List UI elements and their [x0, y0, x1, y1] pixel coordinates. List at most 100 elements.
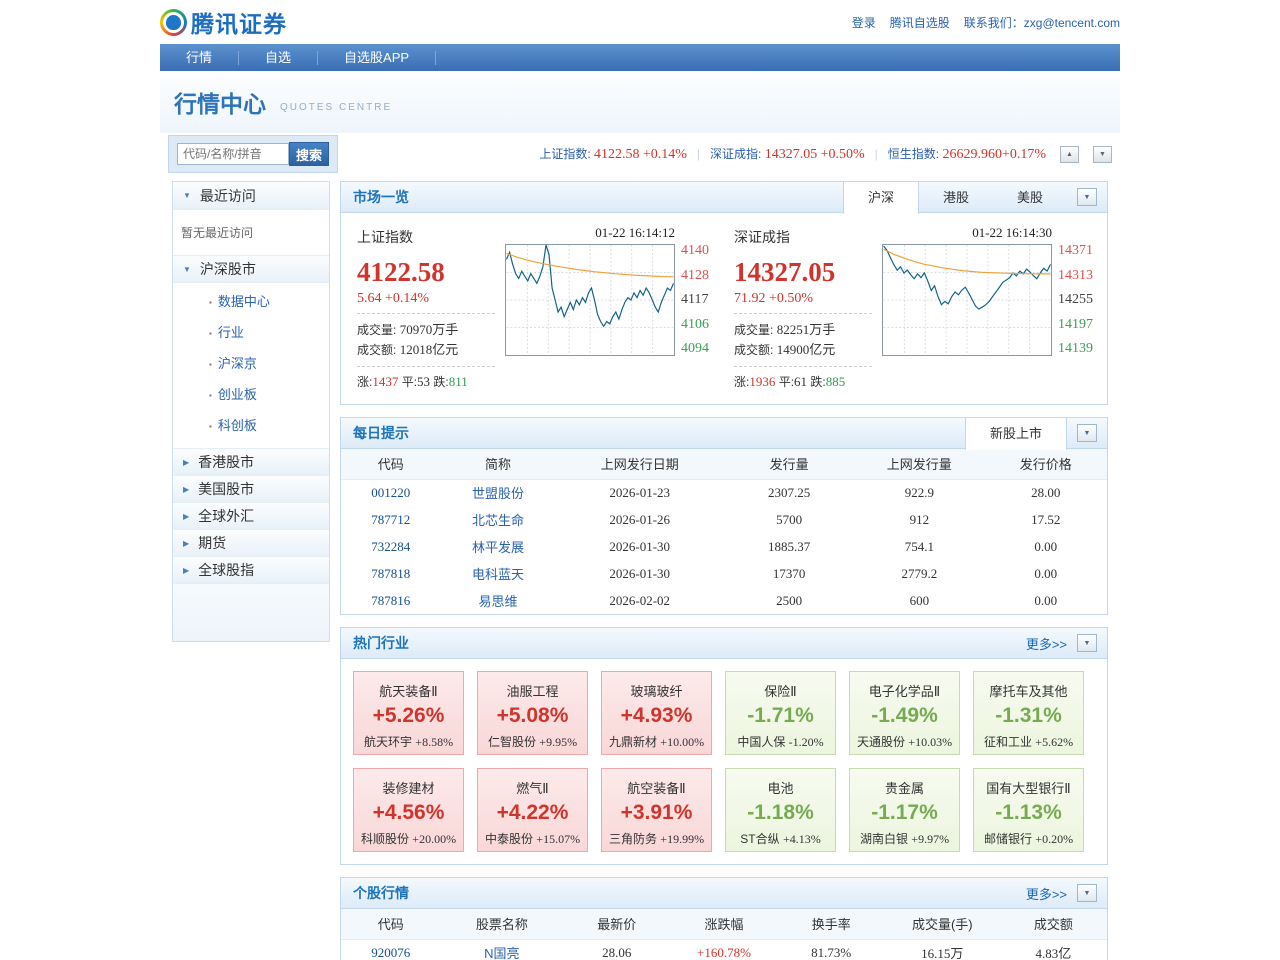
- sidebar-item-global-indices[interactable]: ▶ 全球股指: [173, 556, 329, 583]
- index-ticker: 上证指数: 4122.58 +0.14% | 深证成指: 14327.05 +0…: [539, 145, 1112, 163]
- zixuangu-link[interactable]: 腾讯自选股: [890, 14, 950, 31]
- more-link[interactable]: 更多>>: [1026, 634, 1067, 653]
- search-button[interactable]: 搜索: [289, 142, 329, 166]
- ticker-szse[interactable]: 深证成指: 14327.05 +0.50%: [710, 145, 865, 163]
- topbar-links: 登录 腾讯自选股 联系我们：zxg@tencent.com: [852, 14, 1120, 31]
- industry-card[interactable]: 航天装备Ⅱ +5.26% 航天环宇 +8.58%: [353, 671, 464, 755]
- chart-timestamp: 01-22 16:14:30: [882, 225, 1052, 241]
- sidebar-item-hk-market[interactable]: ▶ 香港股市: [173, 448, 329, 475]
- market-overview-header: 市场一览 沪深 港股 美股 ▼: [341, 182, 1107, 213]
- daily-tips-section: 每日提示 新股上市 ▼ 代码 简称 上网发行日期 发行量 上网发行量 发行价格: [340, 417, 1108, 615]
- tab-us[interactable]: 美股: [993, 182, 1067, 213]
- table-row: 001220 世盟股份 2026-01-23 2307.25 922.9 28.…: [341, 479, 1107, 506]
- industry-card[interactable]: 保险Ⅱ -1.71% 中国人保 -1.20%: [725, 671, 836, 755]
- ticker-hsi[interactable]: 恒生指数: 26629.960+0.17%: [888, 145, 1046, 163]
- sidebar-item-us-market[interactable]: ▶ 美国股市: [173, 475, 329, 502]
- sse-intraday-chart: 01-22 16:14:12 4140 4128 4117 4106 4094: [505, 225, 709, 390]
- bullet-icon: ▪: [209, 298, 212, 307]
- stock-code[interactable]: 787816: [341, 587, 441, 614]
- qq-penguin-logo-icon: [160, 9, 187, 36]
- sidebar-item-data-center[interactable]: ▪数据中心: [173, 287, 329, 318]
- chevron-right-icon: ▶: [183, 566, 189, 575]
- sidebar-item-industry[interactable]: ▪行业: [173, 318, 329, 349]
- industry-card[interactable]: 贵金属 -1.17% 湖南白银 +9.97%: [849, 768, 960, 852]
- tab-new-ipo[interactable]: 新股上市: [965, 418, 1067, 450]
- stock-name[interactable]: N国亮: [441, 939, 564, 960]
- table-row: 787816 易思维 2026-02-02 2500 600 0.00: [341, 587, 1107, 614]
- industry-card[interactable]: 玻璃玻纤 +4.93% 九鼎新材 +10.00%: [601, 671, 712, 755]
- industry-card[interactable]: 燃气Ⅱ +4.22% 中泰股份 +15.07%: [477, 768, 588, 852]
- stock-name[interactable]: 电科蓝天: [441, 560, 556, 587]
- stock-name[interactable]: 北芯生命: [441, 506, 556, 533]
- table-row: 787818 电科蓝天 2026-01-30 17370 2779.2 0.00: [341, 560, 1107, 587]
- index-price: 4122.58: [357, 257, 495, 288]
- tab-hushen[interactable]: 沪深: [843, 182, 919, 214]
- industry-cards: 航天装备Ⅱ +5.26% 航天环宇 +8.58% 油服工程 +5.08% 仁智股…: [341, 659, 1107, 864]
- industry-card[interactable]: 装修建材 +4.56% 科顺股份 +20.00%: [353, 768, 464, 852]
- advance-decline-line: 涨:1936 平:61 跌:885: [734, 373, 872, 390]
- stock-name[interactable]: 林平发展: [441, 533, 556, 560]
- nav-item-app[interactable]: 自选股APP: [318, 44, 435, 71]
- sidebar-item-star[interactable]: ▪科创板: [173, 411, 329, 442]
- industry-card[interactable]: 国有大型银行Ⅱ -1.13% 邮储银行 +0.20%: [973, 768, 1084, 852]
- ticker-sse[interactable]: 上证指数: 4122.58 +0.14%: [539, 145, 687, 163]
- nav-item-watchlist[interactable]: 自选: [239, 44, 317, 71]
- hs-submenu: ▪数据中心 ▪行业 ▪沪深京 ▪创业板 ▪科创板: [173, 282, 329, 448]
- tencent-securities-logo[interactable]: 腾讯证券: [160, 5, 287, 39]
- sidebar-filler: [173, 583, 329, 641]
- stocks-dropdown-button[interactable]: ▼: [1077, 884, 1097, 902]
- ticker-scroll-down-button[interactable]: ▼: [1093, 146, 1112, 163]
- chevron-right-icon: ▶: [183, 485, 189, 494]
- sidebar: ▼ 最近访问 暂无最近访问 ▼ 沪深股市 ▪数据中心 ▪行业 ▪沪深京 ▪创业板…: [172, 181, 330, 960]
- bullet-icon: ▪: [209, 360, 212, 369]
- industry-card[interactable]: 摩托车及其他 -1.31% 征和工业 +5.62%: [973, 671, 1084, 755]
- industry-card[interactable]: 油服工程 +5.08% 仁智股份 +9.95%: [477, 671, 588, 755]
- recent-empty-note: 暂无最近访问: [173, 209, 329, 255]
- chevron-down-icon: ▼: [183, 265, 191, 274]
- nav-item-quotes[interactable]: 行情: [160, 44, 238, 71]
- section-title: 个股行情: [353, 883, 409, 903]
- market-dropdown-button[interactable]: ▼: [1077, 188, 1097, 206]
- chevron-right-icon: ▶: [183, 539, 189, 548]
- search-input[interactable]: [177, 143, 289, 165]
- index-change: 71.92 +0.50%: [734, 291, 872, 307]
- sidebar-item-chinext[interactable]: ▪创业板: [173, 380, 329, 411]
- hot-dropdown-button[interactable]: ▼: [1077, 634, 1097, 652]
- chevron-down-icon: ▼: [1084, 430, 1091, 437]
- tab-hk[interactable]: 港股: [919, 182, 993, 213]
- stock-code[interactable]: 920076: [341, 939, 441, 960]
- industry-card[interactable]: 航空装备Ⅱ +3.91% 三角防务 +19.99%: [601, 768, 712, 852]
- stock-code[interactable]: 787712: [341, 506, 441, 533]
- daily-dropdown-button[interactable]: ▼: [1077, 424, 1097, 442]
- topbar: 腾讯证券 登录 腾讯自选股 联系我们：zxg@tencent.com: [160, 0, 1120, 44]
- up-arrow-icon: ▲: [1066, 151, 1073, 158]
- industry-card[interactable]: 电子化学品Ⅱ -1.49% 天通股份 +10.03%: [849, 671, 960, 755]
- amount-line: 成交额: 12018亿元: [357, 340, 495, 360]
- contact-link[interactable]: 联系我们：zxg@tencent.com: [964, 14, 1120, 31]
- industry-card[interactable]: 电池 -1.18% ST合纵 +4.13%: [725, 768, 836, 852]
- stock-code[interactable]: 001220: [341, 479, 441, 506]
- login-link[interactable]: 登录: [852, 14, 876, 31]
- sidebar-item-forex[interactable]: ▶ 全球外汇: [173, 502, 329, 529]
- sidebar-item-recent[interactable]: ▼ 最近访问: [173, 182, 329, 209]
- stock-quotes-header: 个股行情 更多>> ▼: [341, 878, 1107, 909]
- search-box: 搜索: [168, 135, 338, 173]
- stock-name[interactable]: 世盟股份: [441, 479, 556, 506]
- chevron-down-icon: ▼: [1084, 194, 1091, 201]
- sidebar-item-hs-market[interactable]: ▼ 沪深股市: [173, 255, 329, 282]
- stock-name[interactable]: 易思维: [441, 587, 556, 614]
- more-link[interactable]: 更多>>: [1026, 884, 1067, 903]
- chart-y-axis: 14371 14313 14255 14197 14139: [1058, 244, 1093, 356]
- sidebar-item-futures[interactable]: ▶ 期货: [173, 529, 329, 556]
- hot-industries-header: 热门行业 更多>> ▼: [341, 628, 1107, 659]
- sidebar-item-hsj[interactable]: ▪沪深京: [173, 349, 329, 380]
- amount-line: 成交额: 14900亿元: [734, 340, 872, 360]
- nav-divider: [435, 51, 436, 65]
- daily-tips-header: 每日提示 新股上市 ▼: [341, 418, 1107, 449]
- stock-code[interactable]: 732284: [341, 533, 441, 560]
- ticker-scroll-up-button[interactable]: ▲: [1060, 146, 1079, 163]
- chevron-down-icon: ▼: [183, 191, 191, 200]
- market-overview-section: 市场一览 沪深 港股 美股 ▼ 上证指数 4122.58 5.64 +0.14%: [340, 181, 1108, 405]
- line-chart: [882, 244, 1052, 356]
- stock-code[interactable]: 787818: [341, 560, 441, 587]
